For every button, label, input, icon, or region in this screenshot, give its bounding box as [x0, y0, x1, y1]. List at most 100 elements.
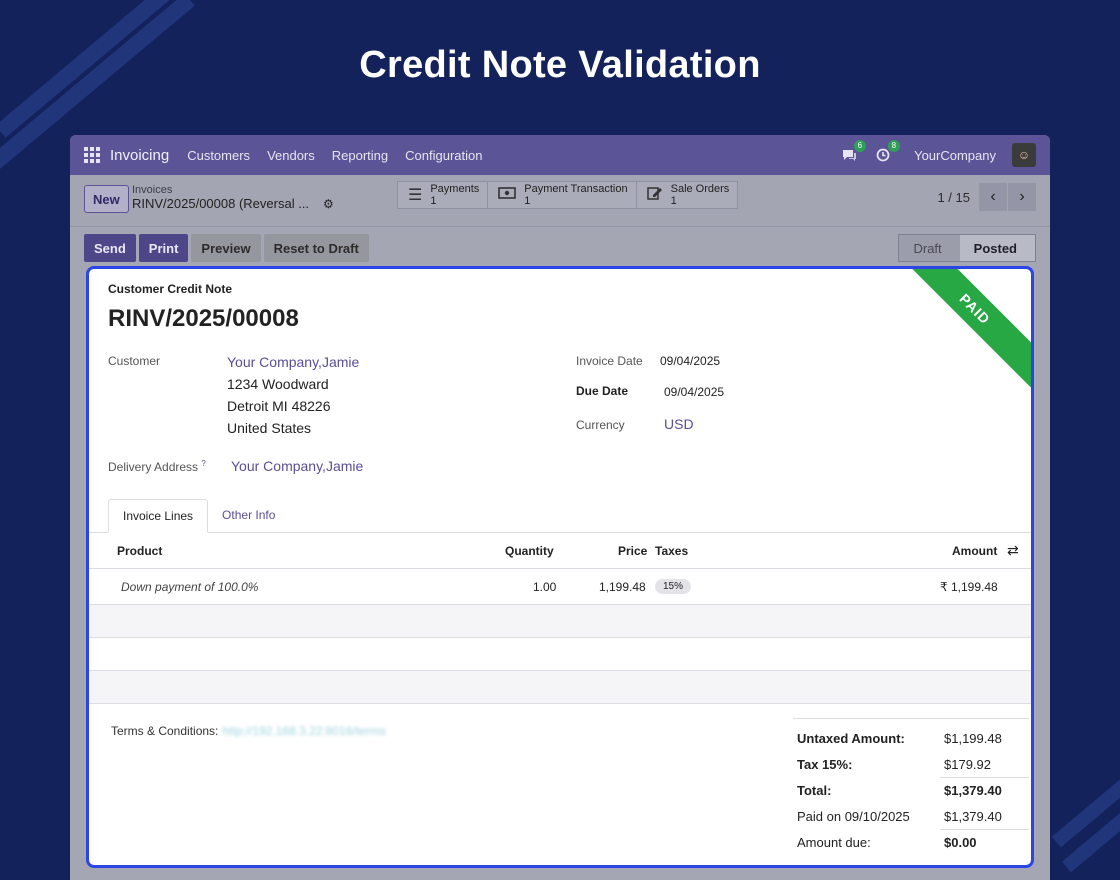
- empty-row: [89, 605, 1031, 638]
- app-name[interactable]: Invoicing: [110, 147, 169, 164]
- form-actions: Send Print Preview Reset to Draft: [84, 234, 369, 262]
- menu-reporting[interactable]: Reporting: [332, 148, 388, 163]
- totals-panel: Untaxed Amount: $1,199.48 Tax 15%: $179.…: [793, 718, 1029, 855]
- sale-orders-smart-button[interactable]: Sale Orders 1: [637, 182, 738, 208]
- amount-due-row: Amount due: $0.00: [793, 829, 1029, 855]
- amount-due-value: $0.00: [944, 835, 977, 850]
- customer-link[interactable]: Your Company,Jamie: [227, 354, 359, 370]
- terms-label: Terms & Conditions:: [111, 724, 219, 738]
- terms-conditions: Terms & Conditions: http://192.168.3.22:…: [111, 724, 386, 738]
- paid-ribbon: PAID: [885, 269, 1031, 399]
- row-price[interactable]: 1,199.48: [599, 569, 646, 604]
- list-icon: ☰: [408, 187, 423, 204]
- tax-row: Tax 15%: $179.92: [793, 751, 1029, 777]
- total-label: Total:: [797, 783, 832, 798]
- document-number: RINV/2025/00008: [108, 305, 299, 332]
- money-icon: [498, 186, 517, 204]
- total-value: $1,379.40: [944, 783, 1002, 798]
- payments-label: Payments: [430, 183, 480, 195]
- app-window: Invoicing Customers Vendors Reporting Co…: [70, 135, 1050, 880]
- document-type: Customer Credit Note: [108, 282, 233, 296]
- tab-invoice-lines[interactable]: Invoice Lines: [108, 499, 209, 533]
- col-taxes[interactable]: Taxes: [655, 533, 688, 568]
- table-header: Product Quantity Price Taxes Amount ⇄: [89, 533, 1031, 569]
- status-posted[interactable]: Posted: [959, 235, 1035, 261]
- control-panel: New Invoices RINV/2025/00008 (Reversal .…: [70, 175, 1050, 227]
- delivery-address-label: Delivery Address ?: [108, 459, 206, 474]
- breadcrumb-invoices[interactable]: Invoices: [132, 183, 334, 197]
- col-price[interactable]: Price: [618, 533, 647, 568]
- invoice-date-label: Invoice Date: [576, 354, 643, 368]
- activity-clock-icon[interactable]: 8: [874, 140, 901, 164]
- currency-value[interactable]: USD: [664, 416, 694, 432]
- menu-vendors[interactable]: Vendors: [267, 148, 315, 163]
- banner-title: Credit Note Validation: [359, 44, 761, 86]
- user-avatar[interactable]: ☺: [1012, 143, 1036, 167]
- delivery-address-text: Delivery Address: [108, 460, 199, 474]
- sale-orders-count: 1: [670, 195, 677, 207]
- table-row[interactable]: Down payment of 100.0% 1.00 1,199.48 15%…: [89, 569, 1031, 605]
- due-date-label: Due Date: [576, 384, 629, 398]
- row-amount: ₹ 1,199.48: [940, 579, 998, 594]
- form-sheet: PAID Customer Credit Note RINV/2025/0000…: [86, 266, 1034, 868]
- top-navbar: Invoicing Customers Vendors Reporting Co…: [70, 135, 1050, 175]
- apps-grid-icon[interactable]: [84, 147, 100, 163]
- col-product[interactable]: Product: [117, 533, 162, 568]
- menu-customers[interactable]: Customers: [187, 148, 250, 163]
- address-line2: Detroit MI 48226: [227, 398, 331, 414]
- payment-transaction-count: 1: [524, 195, 531, 207]
- tab-other-info[interactable]: Other Info: [208, 498, 289, 532]
- payments-count: 1: [430, 195, 437, 207]
- terms-link[interactable]: http://192.168.3.22:8016/terms: [222, 724, 385, 738]
- column-settings-icon[interactable]: ⇄: [1007, 533, 1019, 568]
- paid-label: Paid on 09/10/2025: [797, 809, 910, 824]
- empty-row: [89, 638, 1031, 671]
- sale-orders-label: Sale Orders: [670, 183, 730, 195]
- status-bar: Draft Posted: [898, 234, 1036, 262]
- payments-smart-button[interactable]: ☰ Payments 1: [398, 182, 489, 208]
- payment-transaction-smart-button[interactable]: Payment Transaction 1: [488, 182, 637, 208]
- address-line3: United States: [227, 420, 312, 436]
- reset-to-draft-button[interactable]: Reset to Draft: [263, 234, 369, 262]
- print-button[interactable]: Print: [138, 234, 189, 262]
- tax-label: Tax 15%:: [797, 757, 853, 772]
- breadcrumb: Invoices RINV/2025/00008 (Reversal ... ⚙: [132, 183, 334, 211]
- tab-bar: Invoice Lines Other Info: [108, 498, 289, 533]
- col-quantity[interactable]: Quantity: [505, 533, 554, 568]
- amount-due-label: Amount due:: [797, 835, 871, 850]
- tax-badge[interactable]: 15%: [655, 579, 692, 594]
- messages-icon[interactable]: 6: [840, 140, 867, 164]
- status-draft[interactable]: Draft: [899, 235, 960, 261]
- send-button[interactable]: Send: [84, 234, 136, 262]
- gear-icon[interactable]: ⚙: [323, 197, 334, 211]
- help-icon[interactable]: ?: [201, 459, 205, 468]
- delivery-address-link[interactable]: Your Company,Jamie: [231, 458, 363, 474]
- smart-buttons: ☰ Payments 1 Payment Transaction 1 Sale Or…: [397, 181, 739, 209]
- invoice-lines-table: Product Quantity Price Taxes Amount ⇄ Do…: [89, 533, 1031, 704]
- messages-badge: 6: [853, 140, 867, 152]
- empty-row: [89, 671, 1031, 704]
- new-button[interactable]: New: [84, 185, 129, 213]
- tax-value: $179.92: [944, 757, 991, 772]
- activities-badge: 8: [887, 140, 901, 152]
- chevron-left-icon[interactable]: ‹: [979, 183, 1007, 211]
- row-quantity[interactable]: 1.00: [533, 569, 556, 604]
- chevron-right-icon[interactable]: ›: [1008, 183, 1036, 211]
- invoice-date-value[interactable]: 09/04/2025: [660, 354, 720, 368]
- company-switcher[interactable]: YourCompany: [914, 148, 996, 163]
- row-product[interactable]: Down payment of 100.0%: [121, 569, 258, 604]
- menu-configuration[interactable]: Configuration: [405, 148, 482, 163]
- due-date-value[interactable]: 09/04/2025: [664, 385, 724, 399]
- currency-label: Currency: [576, 418, 625, 432]
- untaxed-row: Untaxed Amount: $1,199.48: [793, 725, 1029, 751]
- pager: 1 / 15 ‹ ›: [937, 183, 1036, 211]
- address-line1: 1234 Woodward: [227, 376, 329, 392]
- paid-row: Paid on 09/10/2025 $1,379.40: [793, 803, 1029, 829]
- untaxed-label: Untaxed Amount:: [797, 731, 905, 746]
- pager-value[interactable]: 1 / 15: [937, 190, 970, 205]
- customer-label: Customer: [108, 354, 161, 368]
- preview-button[interactable]: Preview: [191, 234, 261, 262]
- untaxed-value: $1,199.48: [944, 731, 1002, 746]
- paid-value: $1,379.40: [944, 809, 1002, 824]
- col-amount[interactable]: Amount: [952, 533, 997, 568]
